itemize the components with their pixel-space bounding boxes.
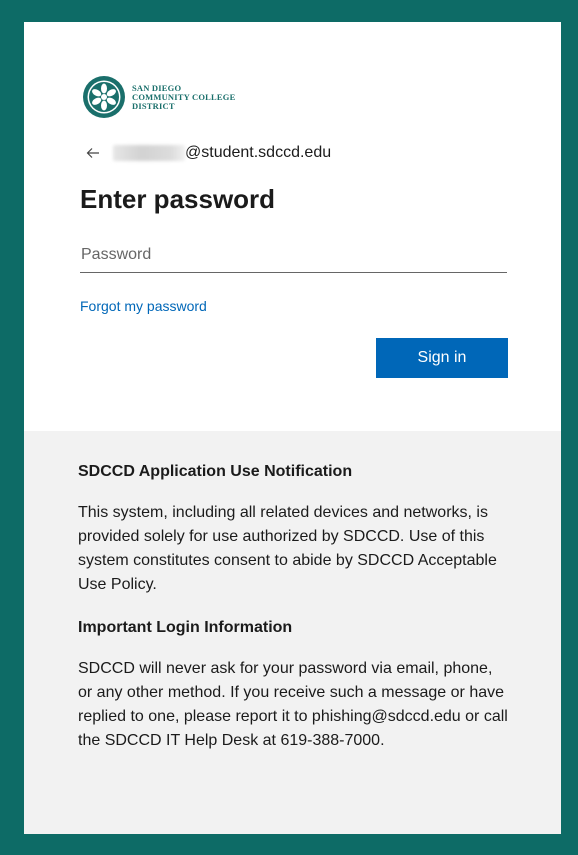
account-row: @student.sdccd.edu	[85, 142, 331, 164]
signin-panel: SAN DIEGO COMMUNITY COLLEGE DISTRICT @st…	[24, 22, 561, 431]
notice-body-login: SDCCD will never ask for your password v…	[78, 660, 508, 749]
notice-body-usage: This system, including all related devic…	[78, 504, 497, 593]
password-input[interactable]	[80, 238, 507, 273]
email-domain: @student.sdccd.edu	[185, 144, 332, 161]
page-title: Enter password	[80, 184, 276, 214]
forgot-password-link[interactable]: Forgot my password	[80, 298, 207, 314]
notice-panel: SDCCD Application Use Notification This …	[24, 431, 561, 834]
logo-wordmark: SAN DIEGO COMMUNITY COLLEGE DISTRICT	[132, 83, 235, 111]
sdccd-seal-icon	[83, 76, 125, 118]
sign-in-button[interactable]: Sign in	[376, 338, 508, 378]
notice-heading-usage: SDCCD Application Use Notification	[78, 463, 353, 480]
back-arrow-icon[interactable]	[85, 145, 101, 161]
signin-dialog: SAN DIEGO COMMUNITY COLLEGE DISTRICT @st…	[24, 22, 561, 834]
redacted-username	[113, 145, 185, 161]
notice-heading-login: Important Login Information	[78, 619, 293, 636]
notice-content: SDCCD Application Use Notification This …	[78, 461, 510, 753]
logo-line-3: DISTRICT	[132, 100, 175, 111]
sdccd-logo: SAN DIEGO COMMUNITY COLLEGE DISTRICT	[82, 75, 235, 119]
